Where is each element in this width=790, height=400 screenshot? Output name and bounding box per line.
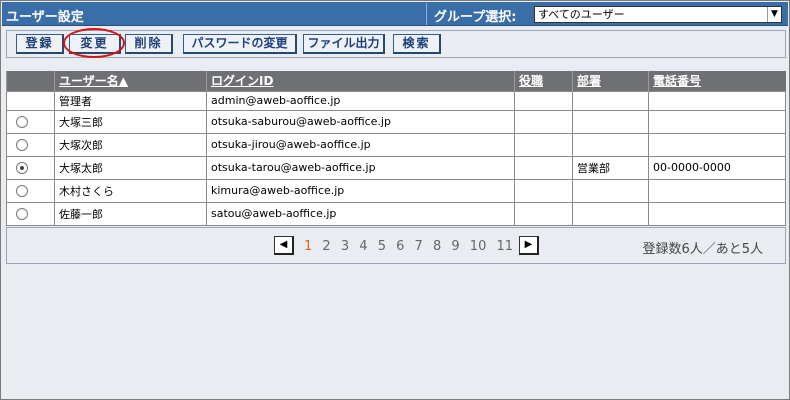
group-select-value: すべてのユーザー <box>538 8 625 21</box>
file-output-button[interactable]: ファイル出力 <box>303 34 385 54</box>
password-change-button[interactable]: パスワードの変更 <box>183 34 297 54</box>
page-link[interactable]: 10 <box>470 239 487 254</box>
phone <box>648 90 786 111</box>
phone <box>648 132 786 157</box>
role <box>514 132 573 157</box>
user-count-summary: 登録数6人／あと5人 <box>642 242 763 257</box>
header-divider <box>426 3 427 25</box>
page-link[interactable]: 3 <box>341 239 349 254</box>
register-button[interactable]: 登録 <box>16 34 64 54</box>
page-link[interactable]: 6 <box>396 239 404 254</box>
column-header-username[interactable]: ユーザー名▲ <box>54 71 207 91</box>
phone: 00-0000-0000 <box>648 155 786 180</box>
phone <box>648 109 786 134</box>
role <box>514 155 573 180</box>
page-link[interactable]: 8 <box>433 239 441 254</box>
table-row[interactable]: 木村さくら kimura@aweb-aoffice.jp <box>6 178 786 203</box>
role <box>514 90 573 111</box>
login-id: satou@aweb-aoffice.jp <box>206 201 515 226</box>
user-name: 佐藤一郎 <box>54 201 207 226</box>
user-name: 大塚次郎 <box>54 132 207 157</box>
page-title: ユーザー設定 <box>6 10 84 25</box>
phone <box>648 201 786 226</box>
table-row[interactable]: 大塚太郎 otsuka-tarou@aweb-aoffice.jp 営業部 00… <box>6 155 786 180</box>
search-button[interactable]: 検索 <box>393 34 441 54</box>
column-header-department[interactable]: 部署 <box>572 71 649 91</box>
user-settings-window: ユーザー設定 グループ選択: すべてのユーザー ▼ 登録 変更 削除 パスワード… <box>0 0 790 400</box>
department <box>572 201 649 226</box>
page-link-current[interactable]: 1 <box>304 239 312 254</box>
department: 営業部 <box>572 155 649 180</box>
title-bar: ユーザー設定 グループ選択: すべてのユーザー ▼ <box>2 2 788 26</box>
login-id: otsuka-jirou@aweb-aoffice.jp <box>206 132 515 157</box>
role <box>514 178 573 203</box>
page-link[interactable]: 2 <box>322 239 330 254</box>
change-button[interactable]: 変更 <box>69 34 121 54</box>
page-link[interactable]: 5 <box>378 239 386 254</box>
user-name: 大塚太郎 <box>54 155 207 180</box>
user-name: 木村さくら <box>54 178 207 203</box>
page-link[interactable]: 4 <box>359 239 367 254</box>
row-radio[interactable] <box>16 116 28 128</box>
phone <box>648 178 786 203</box>
row-radio[interactable] <box>16 139 28 151</box>
page-link[interactable]: 9 <box>451 239 459 254</box>
department <box>572 132 649 157</box>
next-page-icon[interactable]: ▶ <box>519 236 539 255</box>
column-header-select <box>6 71 55 91</box>
login-id: otsuka-saburou@aweb-aoffice.jp <box>206 109 515 134</box>
chevron-down-icon[interactable]: ▼ <box>767 7 781 22</box>
row-select-cell <box>6 155 55 180</box>
table-row[interactable]: 佐藤一郎 satou@aweb-aoffice.jp <box>6 201 786 226</box>
column-header-phone[interactable]: 電話番号 <box>648 71 786 91</box>
department <box>572 90 649 111</box>
login-id: kimura@aweb-aoffice.jp <box>206 178 515 203</box>
toolbar: 登録 変更 削除 パスワードの変更 ファイル出力 検索 <box>6 30 786 58</box>
column-header-role[interactable]: 役職 <box>514 71 573 91</box>
row-radio-selected[interactable] <box>16 162 28 174</box>
table-row[interactable]: 大塚三郎 otsuka-saburou@aweb-aoffice.jp <box>6 109 786 134</box>
table-header-row: ユーザー名▲ ログインID 役職 部署 電話番号 <box>6 71 786 91</box>
row-select-cell <box>6 90 55 111</box>
table-row[interactable]: 管理者 admin@aweb-aoffice.jp <box>6 90 786 111</box>
page-link[interactable]: 7 <box>415 239 423 254</box>
department <box>572 178 649 203</box>
group-select[interactable]: すべてのユーザー ▼ <box>534 6 782 23</box>
column-header-login-id[interactable]: ログインID <box>206 71 515 91</box>
user-table: ユーザー名▲ ログインID 役職 部署 電話番号 管理者 admin@aweb-… <box>6 71 786 226</box>
user-name: 大塚三郎 <box>54 109 207 134</box>
page-number-list: 1 2 3 4 5 6 7 8 9 10 11 <box>304 239 519 254</box>
row-select-cell <box>6 201 55 226</box>
user-name: 管理者 <box>54 90 207 111</box>
department <box>572 109 649 134</box>
role <box>514 201 573 226</box>
row-select-cell <box>6 109 55 134</box>
table-row[interactable]: 大塚次郎 otsuka-jirou@aweb-aoffice.jp <box>6 132 786 157</box>
login-id: otsuka-tarou@aweb-aoffice.jp <box>206 155 515 180</box>
login-id: admin@aweb-aoffice.jp <box>206 90 515 111</box>
row-radio[interactable] <box>16 185 28 197</box>
role <box>514 109 573 134</box>
prev-page-icon[interactable]: ◀ <box>274 236 294 255</box>
row-radio[interactable] <box>16 208 28 220</box>
row-select-cell <box>6 178 55 203</box>
delete-button[interactable]: 削除 <box>125 34 173 54</box>
group-select-label: グループ選択: <box>434 10 517 25</box>
row-select-cell <box>6 132 55 157</box>
page-link[interactable]: 11 <box>496 239 513 254</box>
pagination-bar: ◀ 1 2 3 4 5 6 7 8 9 10 11 ▶ 登録数6人／あと5人 <box>6 227 786 264</box>
